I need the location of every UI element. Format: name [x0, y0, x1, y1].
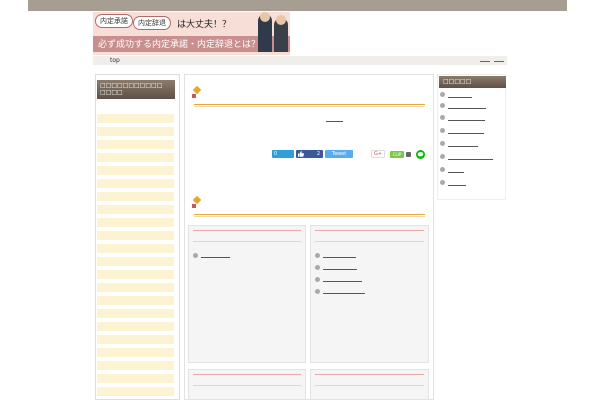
top-bar — [28, 0, 567, 11]
category-card — [188, 225, 306, 363]
left-menu-item[interactable] — [97, 374, 174, 384]
hatena-count: 0 — [274, 151, 278, 157]
left-menu-item[interactable] — [97, 231, 174, 241]
left-menu-item[interactable] — [97, 283, 174, 293]
left-menu-item[interactable] — [97, 270, 174, 280]
pocket-icon[interactable] — [405, 151, 412, 158]
nav-bar — [93, 56, 507, 65]
card-divider — [315, 385, 424, 386]
bullet-icon — [440, 128, 445, 133]
section-heading-underline-2 — [194, 216, 425, 217]
card-link[interactable] — [201, 257, 230, 258]
bullet-icon — [440, 154, 445, 159]
left-menu-item[interactable] — [97, 309, 174, 319]
google-plus-label: G+ — [373, 151, 383, 157]
left-menu-item[interactable] — [97, 127, 174, 137]
card-title-line — [193, 230, 301, 231]
bullet-icon — [440, 180, 445, 185]
site-banner[interactable]: 内定承諾 内定辞退 は大丈夫！？ 必ず成功する内定承諾・内定辞退とは？ — [93, 12, 290, 55]
banner-question: は大丈夫！？ — [177, 20, 232, 30]
nav-link-2[interactable] — [494, 61, 504, 62]
thumbs-up-icon — [298, 151, 305, 157]
article-heading-underline — [194, 104, 425, 105]
left-menu-item[interactable] — [97, 218, 174, 228]
right-sidebar-link[interactable] — [448, 146, 478, 147]
category-card — [310, 225, 429, 363]
left-menu-item[interactable] — [97, 257, 174, 267]
banner-tagline: 必ず成功する内定承諾・内定辞退とは？ — [98, 40, 261, 50]
left-sidebar-heading: □□□□□□□□□□□ □□□□ — [97, 80, 175, 99]
article-heading-underline-2 — [194, 106, 425, 107]
card-title-line — [315, 230, 424, 231]
right-sidebar-link[interactable] — [448, 185, 466, 186]
facebook-like-button[interactable]: 2 — [296, 150, 323, 158]
left-sidebar-heading-line1: □□□□□□□□□□□ — [100, 82, 163, 89]
card-link[interactable] — [323, 269, 357, 270]
heading-square-icon — [192, 94, 196, 98]
nav-link-1[interactable] — [480, 61, 490, 62]
nav-top-link[interactable]: top — [110, 57, 120, 64]
left-menu-item[interactable] — [97, 296, 174, 306]
clip-button[interactable]: CLIP — [390, 151, 404, 158]
card-link[interactable] — [323, 257, 356, 258]
right-sidebar-link[interactable] — [448, 120, 485, 121]
right-sidebar-link[interactable] — [448, 159, 493, 160]
facebook-like-count: 2 — [316, 151, 320, 157]
bullet-icon — [315, 253, 320, 258]
card-divider — [193, 385, 301, 386]
google-plus-button[interactable]: G+ — [371, 150, 385, 158]
bullet-icon — [315, 289, 320, 294]
tweet-label: Tweet — [331, 151, 347, 157]
category-card — [188, 369, 306, 400]
article-link[interactable] — [326, 121, 343, 122]
right-sidebar-link[interactable] — [448, 97, 472, 98]
left-menu-item[interactable] — [97, 335, 174, 345]
left-menu-item[interactable] — [97, 348, 174, 358]
banner-person-man-head — [260, 12, 270, 22]
hatena-bookmark-button[interactable]: 0 — [272, 150, 294, 158]
card-divider — [315, 241, 424, 242]
card-link[interactable] — [323, 281, 362, 282]
card-title-line — [315, 374, 424, 375]
line-share-icon[interactable] — [416, 150, 425, 159]
left-menu-item[interactable] — [97, 387, 174, 397]
card-title-line — [193, 374, 301, 375]
section-heading-underline — [194, 214, 425, 215]
left-sidebar-heading-line2: □□□□ — [100, 89, 123, 96]
left-menu-item[interactable] — [97, 322, 174, 332]
left-menu-item[interactable] — [97, 192, 174, 202]
left-menu-item[interactable] — [97, 244, 174, 254]
left-menu-item[interactable] — [97, 114, 174, 124]
bullet-icon — [440, 115, 445, 120]
bullet-icon — [440, 92, 445, 97]
banner-person-woman-head — [276, 15, 286, 25]
bullet-icon — [440, 141, 445, 146]
clip-label: CLIP — [392, 152, 402, 157]
left-menu-item[interactable] — [97, 140, 174, 150]
tweet-button[interactable]: Tweet — [325, 150, 353, 158]
left-menu-item[interactable] — [97, 361, 174, 371]
category-card — [310, 369, 429, 400]
left-menu-item[interactable] — [97, 153, 174, 163]
card-link[interactable] — [323, 293, 365, 294]
left-menu-item[interactable] — [97, 179, 174, 189]
bullet-icon — [315, 277, 320, 282]
heading-square-icon — [192, 204, 196, 208]
card-divider — [193, 241, 301, 242]
right-sidebar-link[interactable] — [448, 108, 486, 109]
bullet-icon — [440, 103, 445, 108]
bullet-icon — [193, 253, 198, 258]
left-menu-item[interactable] — [97, 205, 174, 215]
bullet-icon — [315, 265, 320, 270]
banner-bubble-decline: 内定辞退 — [133, 16, 171, 30]
right-sidebar-heading: □□□□□ — [439, 76, 506, 88]
right-sidebar-link[interactable] — [448, 133, 484, 134]
left-menu-item[interactable] — [97, 166, 174, 176]
banner-bubble-accept: 内定承諾 — [95, 14, 133, 28]
right-sidebar — [437, 74, 506, 200]
right-sidebar-link[interactable] — [448, 172, 464, 173]
bullet-icon — [440, 167, 445, 172]
